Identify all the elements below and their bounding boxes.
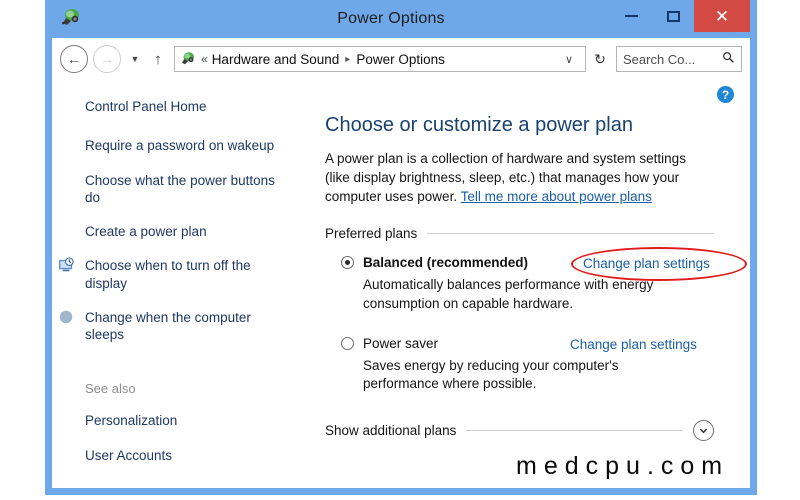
sidebar-item-require-password[interactable]: Require a password on wakeup [85, 137, 280, 154]
help-button[interactable]: ? [717, 86, 734, 103]
section-divider [427, 233, 714, 235]
plan-name-label: Power saver [363, 335, 439, 351]
power-plug-icon [179, 50, 197, 68]
show-additional-plans-row[interactable]: Show additional plans [325, 419, 714, 441]
back-arrow-icon: ← [67, 51, 81, 67]
sidebar-item-label: Require a password on wakeup [85, 138, 275, 154]
sidebar-item-label: Control Panel Home [85, 99, 207, 114]
plan-radio-balanced[interactable] [341, 256, 354, 270]
screenshot-root: Power Options ✕ ← → ▼ ↑ « Hardware and S… [0, 0, 800, 500]
forward-button[interactable]: → [93, 45, 121, 73]
expander-divider [466, 429, 683, 431]
page-title: Choose or customize a power plan [325, 114, 633, 136]
breadcrumb-power-options[interactable]: Power Options [356, 52, 445, 67]
refresh-button[interactable]: ↻ [588, 51, 612, 68]
tell-me-more-link[interactable]: Tell me more about power plans [461, 189, 652, 204]
page-description: A power plan is a collection of hardware… [325, 149, 714, 206]
plan-row: Balanced (recommended) Change plan setti… [325, 247, 747, 282]
change-plan-settings-link-power-saver[interactable]: Change plan settings [570, 337, 697, 352]
sidebar-item-computer-sleeps[interactable]: Change when the computer sleeps [59, 309, 280, 344]
breadcrumb-separator-icon: ▸ [345, 53, 351, 65]
forward-arrow-icon: → [100, 51, 114, 67]
window-body: Control Panel Home Require a password on… [52, 80, 750, 488]
plan-balanced: Balanced (recommended) Change plan setti… [325, 247, 747, 313]
maximize-icon [666, 10, 680, 22]
address-bar[interactable]: « Hardware and Sound ▸ Power Options ∨ [174, 46, 586, 72]
sidebar-item-label: Change when the computer sleeps [85, 309, 251, 343]
sidebar-item-label: Choose what the power buttons do [85, 172, 275, 205]
minimize-icon [624, 15, 638, 17]
sidebar-item-user-accounts[interactable]: User Accounts [85, 447, 280, 464]
breadcrumb-overflow-icon[interactable]: « [201, 52, 208, 66]
maximize-button[interactable] [652, 0, 694, 32]
close-icon: ✕ [714, 6, 730, 26]
sidebar-item-control-panel-home[interactable]: Control Panel Home [85, 98, 280, 115]
close-button[interactable]: ✕ [694, 0, 750, 32]
power-options-window: Power Options ✕ ← → ▼ ↑ « Hardware and S… [45, 0, 757, 495]
sidebar-item-create-plan[interactable]: Create a power plan [85, 223, 280, 240]
back-button[interactable]: ← [60, 45, 88, 73]
moon-sleep-icon [58, 309, 75, 326]
plan-row: Power saver Change plan settings [325, 335, 714, 352]
window-controls: ✕ [610, 0, 750, 32]
plan-radio-power-saver[interactable] [341, 336, 354, 350]
up-button[interactable]: ↑ [148, 51, 168, 68]
minimize-button[interactable] [610, 0, 652, 32]
sidebar-item-personalization[interactable]: Personalization [85, 412, 280, 429]
sidebar-item-label: Create a power plan [85, 224, 207, 240]
title-bar: Power Options ✕ [52, 0, 750, 38]
plan-description: Automatically balances performance with … [363, 277, 654, 312]
chevron-down-icon: ▼ [130, 54, 140, 64]
up-arrow-icon: ↑ [154, 50, 162, 68]
plan-name-label: Balanced (recommended) [363, 255, 529, 271]
refresh-icon: ↻ [594, 50, 606, 67]
sidebar-item-label: User Accounts [85, 447, 173, 463]
recent-locations-button[interactable]: ▼ [126, 54, 144, 64]
breadcrumb-hardware-and-sound[interactable]: Hardware and Sound [212, 52, 340, 67]
display-clock-icon [58, 257, 75, 274]
search-input-value: Search Co... [623, 51, 696, 67]
search-icon [722, 51, 735, 67]
power-plug-icon [59, 6, 83, 30]
plan-description: Saves energy by reducing your computer's… [363, 357, 619, 392]
preferred-plans-header: Preferred plans [325, 226, 714, 241]
sidebar-item-power-buttons[interactable]: Choose what the power buttons do [85, 172, 280, 207]
window-client-area: ← → ▼ ↑ « Hardware and Sound ▸ Power Opt… [52, 38, 750, 488]
help-icon: ? [721, 87, 730, 102]
section-heading-label: Preferred plans [325, 226, 418, 242]
sidebar-item-label: Personalization [85, 413, 178, 429]
search-input[interactable]: Search Co... [616, 46, 742, 72]
show-additional-plans-label: Show additional plans [325, 422, 457, 438]
content-pane: ? Choose or customize a power plan A pow… [317, 80, 750, 488]
address-dropdown-icon[interactable]: ∨ [557, 53, 581, 66]
change-plan-settings-link-balanced[interactable]: Change plan settings [583, 256, 710, 271]
address-toolbar: ← → ▼ ↑ « Hardware and Sound ▸ Power Opt… [52, 38, 750, 80]
plan-power-saver: Power saver Change plan settings Saves e… [325, 336, 714, 394]
chevron-down-icon[interactable] [693, 419, 714, 441]
sidebar: Control Panel Home Require a password on… [52, 80, 317, 488]
watermark: medcpu.com [516, 452, 730, 480]
sidebar-item-label: Choose when to turn off the display [85, 258, 251, 291]
sidebar-item-turn-off-display[interactable]: Choose when to turn off the display [58, 257, 280, 292]
see-also-heading: See also [85, 381, 136, 397]
